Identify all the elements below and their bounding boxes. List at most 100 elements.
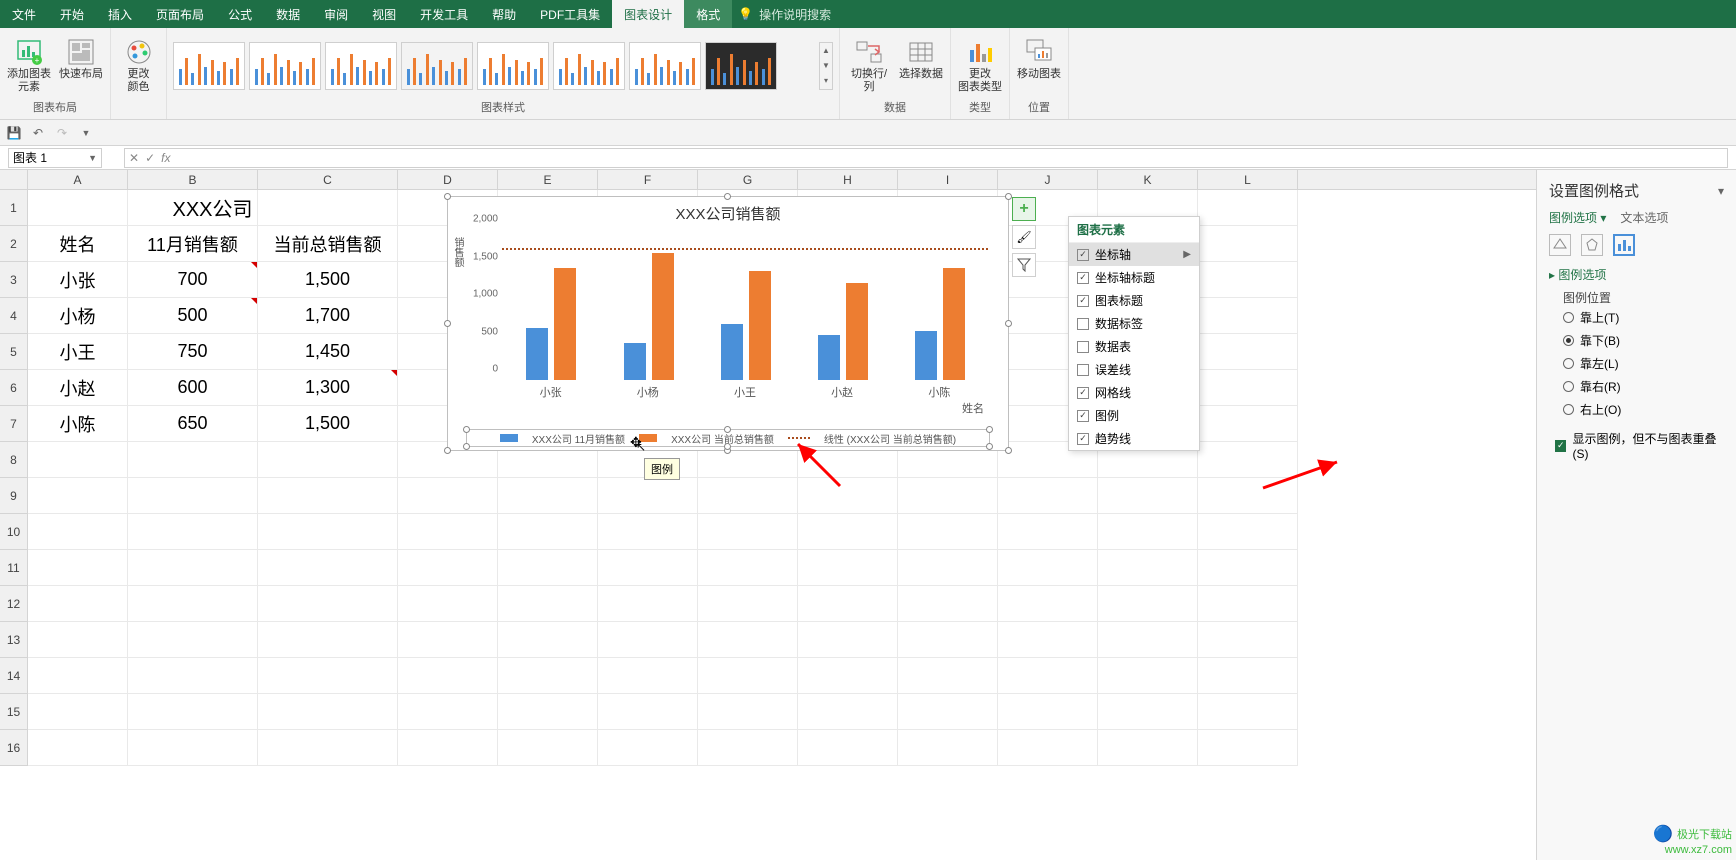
tab-file[interactable]: 文件	[0, 0, 48, 28]
cell[interactable]	[1098, 658, 1198, 694]
col-header[interactable]: H	[798, 170, 898, 189]
style-thumb[interactable]	[401, 42, 473, 90]
chart-title[interactable]: XXX公司销售额	[448, 197, 1008, 230]
cell[interactable]	[798, 622, 898, 658]
cell[interactable]	[1198, 406, 1298, 442]
cell[interactable]	[258, 514, 398, 550]
chart-filter-button[interactable]	[1012, 253, 1036, 277]
tellme-search[interactable]: 💡 操作说明搜索	[738, 6, 831, 23]
cell[interactable]	[798, 550, 898, 586]
trendline[interactable]	[502, 248, 988, 250]
row-header[interactable]: 14	[0, 658, 28, 694]
cell[interactable]	[898, 730, 998, 766]
cell[interactable]	[128, 586, 258, 622]
cell[interactable]	[1198, 478, 1298, 514]
flyout-item-trend[interactable]: ✓趋势线	[1069, 427, 1199, 450]
cell[interactable]	[1198, 730, 1298, 766]
cell[interactable]	[498, 586, 598, 622]
cell[interactable]: 600	[128, 370, 258, 406]
cell[interactable]	[128, 658, 258, 694]
plot-area[interactable]: 05001,0001,5002,000	[502, 230, 988, 380]
cell[interactable]	[1198, 334, 1298, 370]
cell[interactable]	[128, 478, 258, 514]
cell[interactable]	[898, 658, 998, 694]
col-header[interactable]: D	[398, 170, 498, 189]
cell[interactable]	[898, 478, 998, 514]
cell[interactable]	[258, 586, 398, 622]
col-header[interactable]: C	[258, 170, 398, 189]
cell[interactable]	[1098, 586, 1198, 622]
save-icon[interactable]: 💾	[6, 125, 22, 141]
cell[interactable]	[598, 694, 698, 730]
style-thumb[interactable]	[173, 42, 245, 90]
cell[interactable]	[398, 694, 498, 730]
section-legend-options[interactable]: ▸ 图例选项	[1549, 266, 1724, 283]
cell[interactable]	[1198, 262, 1298, 298]
checkbox[interactable]: ✓	[1077, 410, 1089, 422]
cell[interactable]: 小张	[28, 262, 128, 298]
cell[interactable]	[1198, 694, 1298, 730]
cell[interactable]	[998, 658, 1098, 694]
cell[interactable]	[398, 658, 498, 694]
style-thumb[interactable]	[629, 42, 701, 90]
embedded-chart[interactable]: XXX公司销售额 销售额 05001,0001,5002,000 小张小杨小王小…	[447, 196, 1009, 451]
cell[interactable]: 700	[128, 262, 258, 298]
pane-tab-legend-options[interactable]: 图例选项 ▾	[1549, 209, 1606, 226]
style-thumb[interactable]	[249, 42, 321, 90]
cell[interactable]	[398, 550, 498, 586]
cell[interactable]	[1198, 190, 1298, 226]
tab-format[interactable]: 格式	[684, 0, 732, 28]
cell[interactable]	[698, 478, 798, 514]
redo-icon[interactable]: ↷	[54, 125, 70, 141]
row-header[interactable]: 3	[0, 262, 28, 298]
checkbox[interactable]: ✓	[1077, 295, 1089, 307]
checkbox[interactable]: ✓	[1077, 272, 1089, 284]
cell[interactable]	[998, 478, 1098, 514]
cell[interactable]	[28, 730, 128, 766]
cell[interactable]	[698, 730, 798, 766]
tab-help[interactable]: 帮助	[480, 0, 528, 28]
cell[interactable]	[1098, 622, 1198, 658]
title-cell[interactable]: XXX公司	[28, 190, 398, 226]
cell[interactable]	[598, 478, 698, 514]
style-thumb[interactable]	[477, 42, 549, 90]
cell[interactable]	[1198, 550, 1298, 586]
cell[interactable]	[28, 694, 128, 730]
cell[interactable]	[798, 586, 898, 622]
tab-insert[interactable]: 插入	[96, 0, 144, 28]
cell[interactable]	[258, 478, 398, 514]
cell[interactable]	[1198, 514, 1298, 550]
cell[interactable]	[1098, 730, 1198, 766]
cell[interactable]	[598, 658, 698, 694]
cell[interactable]	[498, 514, 598, 550]
cell[interactable]	[398, 478, 498, 514]
flyout-item-charttitle[interactable]: ✓图表标题	[1069, 289, 1199, 312]
cell[interactable]	[698, 586, 798, 622]
flyout-item-axistitle[interactable]: ✓坐标轴标题	[1069, 266, 1199, 289]
cell[interactable]	[128, 622, 258, 658]
flyout-item-legend[interactable]: ✓图例	[1069, 404, 1199, 427]
flyout-item-errorbar[interactable]: 误差线	[1069, 358, 1199, 381]
cell[interactable]	[498, 478, 598, 514]
row-header[interactable]: 11	[0, 550, 28, 586]
legend-position-option[interactable]: 右上(O)	[1549, 398, 1724, 421]
pane-tab-text-options[interactable]: 文本选项	[1620, 209, 1668, 226]
show-legend-checkbox[interactable]: ✓	[1555, 440, 1566, 452]
chevron-down-icon[interactable]: ▼	[88, 153, 97, 163]
cell[interactable]	[1198, 298, 1298, 334]
checkbox[interactable]: ✓	[1077, 387, 1089, 399]
cell[interactable]	[258, 550, 398, 586]
row-header[interactable]: 12	[0, 586, 28, 622]
checkbox[interactable]: ✓	[1077, 249, 1089, 261]
col-header[interactable]: J	[998, 170, 1098, 189]
style-thumb[interactable]	[705, 42, 777, 90]
cell[interactable]	[128, 694, 258, 730]
chart-elements-button[interactable]: +	[1012, 197, 1036, 221]
legend-position-option[interactable]: 靠上(T)	[1549, 306, 1724, 329]
cell[interactable]	[258, 730, 398, 766]
row-header[interactable]: 7	[0, 406, 28, 442]
cell[interactable]	[998, 550, 1098, 586]
confirm-icon[interactable]: ✓	[145, 151, 155, 165]
style-thumb[interactable]	[325, 42, 397, 90]
cell[interactable]	[398, 730, 498, 766]
